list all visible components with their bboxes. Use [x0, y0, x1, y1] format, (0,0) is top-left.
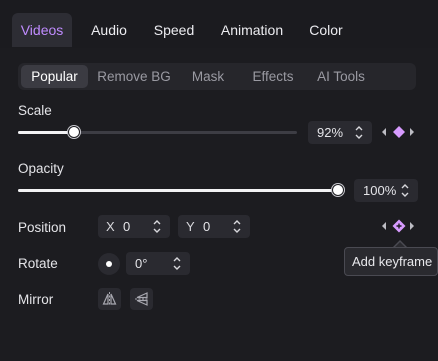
opacity-label: Opacity — [18, 161, 64, 176]
video-subtabs: Popular Remove BG Mask Effects AI Tools — [18, 63, 416, 90]
opacity-value[interactable]: 100% — [363, 179, 396, 202]
tab-audio[interactable]: Audio — [84, 13, 134, 47]
chevron-left-icon — [382, 222, 386, 230]
opacity-spinbox[interactable]: 100% — [354, 179, 418, 202]
scale-stepper-icon[interactable] — [354, 123, 364, 142]
tab-speed[interactable]: Speed — [148, 13, 200, 47]
scale-keyframe-controls — [380, 125, 416, 139]
subtab-effects[interactable]: Effects — [244, 65, 302, 88]
scale-label: Scale — [18, 103, 52, 118]
position-x-value[interactable]: 0 — [123, 215, 130, 238]
position-x-axis-label: X — [106, 219, 115, 234]
diamond-icon — [393, 126, 405, 138]
rotate-label: Rotate — [18, 256, 58, 271]
scale-value[interactable]: 92% — [317, 121, 343, 144]
position-label: Position — [18, 220, 67, 235]
flip-horizontal-icon — [102, 292, 117, 306]
chevron-left-icon — [382, 128, 386, 136]
chevron-right-icon — [410, 222, 414, 230]
rotate-knob-indicator — [106, 261, 112, 267]
flip-vertical-icon — [135, 292, 148, 306]
scale-spinbox[interactable]: 92% — [308, 121, 372, 144]
scale-slider-fill — [18, 131, 74, 134]
position-y-value[interactable]: 0 — [203, 215, 210, 238]
opacity-slider[interactable] — [18, 184, 344, 196]
tab-videos[interactable]: Videos — [12, 13, 72, 47]
mirror-vertical-button[interactable] — [130, 288, 153, 310]
subtab-popular[interactable]: Popular — [21, 65, 88, 88]
position-y-stepper-icon[interactable] — [232, 217, 242, 236]
position-y-axis-label: Y — [186, 219, 195, 234]
scale-slider[interactable] — [18, 126, 297, 138]
mirror-horizontal-button[interactable] — [98, 288, 121, 310]
position-keyframe-controls — [380, 219, 416, 233]
scale-slider-thumb[interactable] — [67, 126, 80, 138]
rotate-stepper-icon[interactable] — [172, 254, 182, 273]
position-y-spinbox[interactable]: Y 0 — [178, 215, 250, 238]
rotate-knob[interactable] — [98, 253, 120, 275]
rotate-spinbox[interactable]: 0° — [126, 252, 190, 275]
rotate-value[interactable]: 0° — [135, 252, 147, 275]
subtab-mask[interactable]: Mask — [186, 65, 230, 88]
video-properties-panel: Videos Audio Speed Animation Color Popul… — [0, 0, 438, 361]
chevron-right-icon — [410, 128, 414, 136]
opacity-slider-thumb[interactable] — [332, 184, 344, 196]
subtab-ai-tools[interactable]: AI Tools — [310, 65, 372, 88]
tab-color[interactable]: Color — [302, 13, 350, 47]
position-x-spinbox[interactable]: X 0 — [98, 215, 170, 238]
property-tabs: Videos Audio Speed Animation Color — [0, 0, 438, 48]
add-keyframe-tooltip: Add keyframe — [344, 247, 438, 276]
position-x-stepper-icon[interactable] — [152, 217, 162, 236]
mirror-label: Mirror — [18, 292, 54, 307]
opacity-stepper-icon[interactable] — [400, 181, 410, 200]
tab-animation[interactable]: Animation — [214, 13, 290, 47]
opacity-slider-fill — [18, 189, 338, 192]
subtab-remove-bg[interactable]: Remove BG — [94, 65, 174, 88]
